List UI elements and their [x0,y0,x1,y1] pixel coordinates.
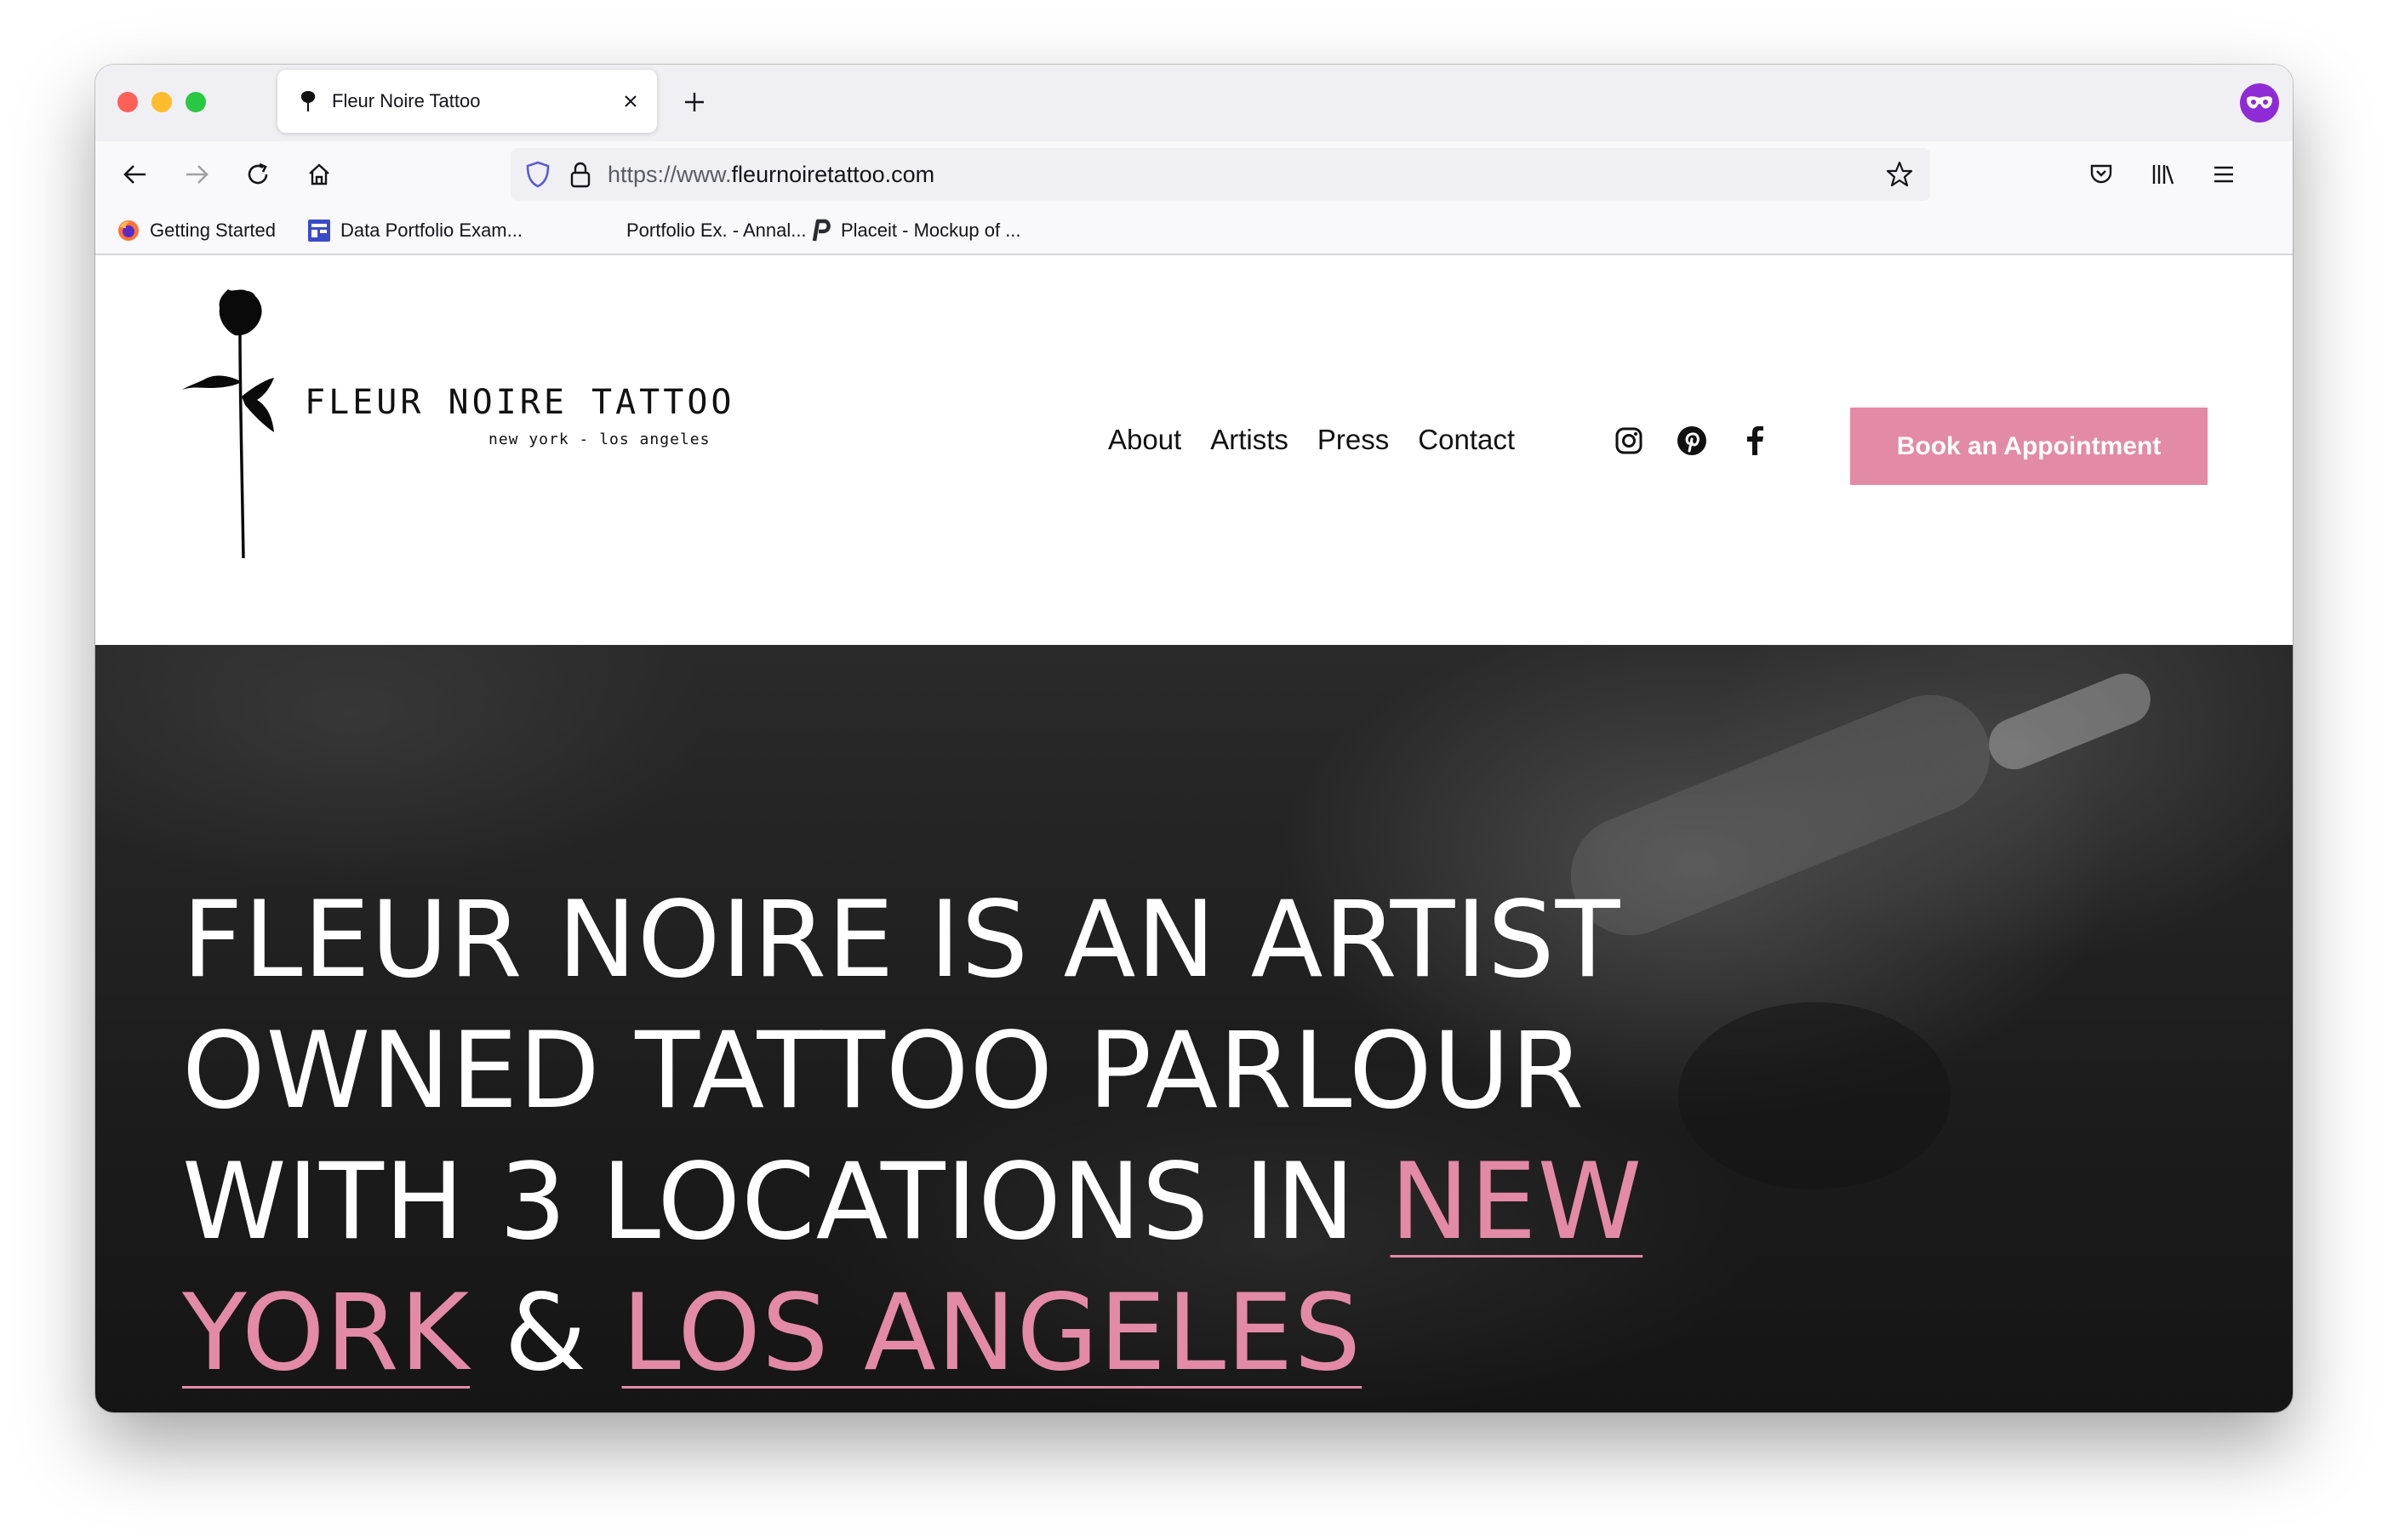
hero-line-1: FLEUR NOIRE IS AN ARTIST [182,879,1621,1001]
hero-headline: FLEUR NOIRE IS AN ARTIST OWNED TATTOO PA… [182,875,1714,1399]
bookmark-label: Placeit - Mockup of ... [841,220,1021,241]
bookmark-star-icon[interactable] [1882,157,1917,191]
placeit-icon [807,218,832,243]
close-window-button[interactable] [117,92,138,112]
los-angeles-link[interactable]: LOS ANGELES [622,1272,1363,1395]
layout-icon [306,218,332,243]
brand-name: FLEUR NOIRE TATTOO [305,383,735,422]
navigation-toolbar: https://www.fleurnoiretattoo.com [95,141,2293,208]
brand-tagline: new york - los angeles [488,431,711,448]
firefox-icon [116,218,141,243]
bookmark-placeit[interactable]: Placeit - Mockup of ... [807,214,1021,247]
main-nav: About Artists Press Contact [1108,424,1515,456]
bookmark-label: Portfolio Ex. - Annal... [626,220,807,241]
url-protocol: https://www. [608,161,732,187]
rose-logo-icon [182,289,274,559]
hero-line-3: WITH 3 LOCATIONS IN [182,1141,1391,1263]
home-icon[interactable] [301,157,337,192]
social-links [1612,424,1772,458]
bookmark-getting-started[interactable]: Getting Started [116,214,276,247]
close-tab-icon[interactable] [618,88,643,114]
facebook-icon[interactable] [1738,424,1772,458]
site-logo[interactable]: FLEUR NOIRE TATTOO new york - los angele… [180,288,731,560]
pocket-icon[interactable] [2083,157,2119,192]
book-appointment-button[interactable]: Book an Appointment [1850,408,2208,485]
url-text[interactable]: https://www.fleurnoiretattoo.com [608,162,1882,188]
hero-connector: & [470,1272,622,1395]
hamburger-menu-icon[interactable] [2206,157,2242,192]
minimize-window-button[interactable] [151,92,172,112]
bookmark-data-portfolio[interactable]: Data Portfolio Exam... [306,214,523,247]
tab-strip: Fleur Noire Tattoo [95,65,2293,141]
new-tab-button[interactable] [679,87,710,117]
hero-background-shadow [1678,1002,1951,1189]
rose-favicon-icon [296,89,320,113]
tab-fleur-noire[interactable]: Fleur Noire Tattoo [277,70,657,133]
browser-window: Fleur Noire Tattoo https://www.fleurnoir… [95,65,2293,1412]
instagram-icon[interactable] [1612,424,1646,458]
site-header: FLEUR NOIRE TATTOO new york - los angele… [95,257,2293,645]
url-host: fleurnoiretattoo.com [731,161,935,187]
private-mask-icon[interactable] [2240,83,2279,123]
forward-arrow-icon[interactable] [179,157,214,192]
nav-artists[interactable]: Artists [1210,424,1288,456]
reload-icon[interactable] [240,157,276,192]
hero-line-2: OWNED TATTOO PARLOUR [182,1010,1585,1132]
bookmark-portfolio-ex[interactable]: Portfolio Ex. - Annal... [592,214,807,247]
hero-background-highlight [1981,665,2158,778]
nav-press[interactable]: Press [1317,424,1389,456]
lock-icon[interactable] [567,159,594,190]
tab-title: Fleur Noire Tattoo [332,90,481,111]
nav-about[interactable]: About [1108,424,1181,456]
hero-section: FLEUR NOIRE IS AN ARTIST OWNED TATTOO PA… [95,645,2293,1412]
zoom-window-button[interactable] [186,92,206,112]
tracking-shield-icon[interactable] [523,159,553,190]
library-icon[interactable] [2145,157,2180,192]
back-arrow-icon[interactable] [117,157,153,192]
nav-contact[interactable]: Contact [1418,424,1515,456]
address-bar[interactable]: https://www.fleurnoiretattoo.com [511,148,1930,201]
pinterest-icon[interactable] [1675,424,1709,458]
bookmarks-toolbar: Getting Started Data Portfolio Exam... P… [95,208,2293,255]
blank-favicon-icon [592,218,618,243]
bookmark-label: Data Portfolio Exam... [340,220,523,241]
bookmark-label: Getting Started [150,220,276,241]
